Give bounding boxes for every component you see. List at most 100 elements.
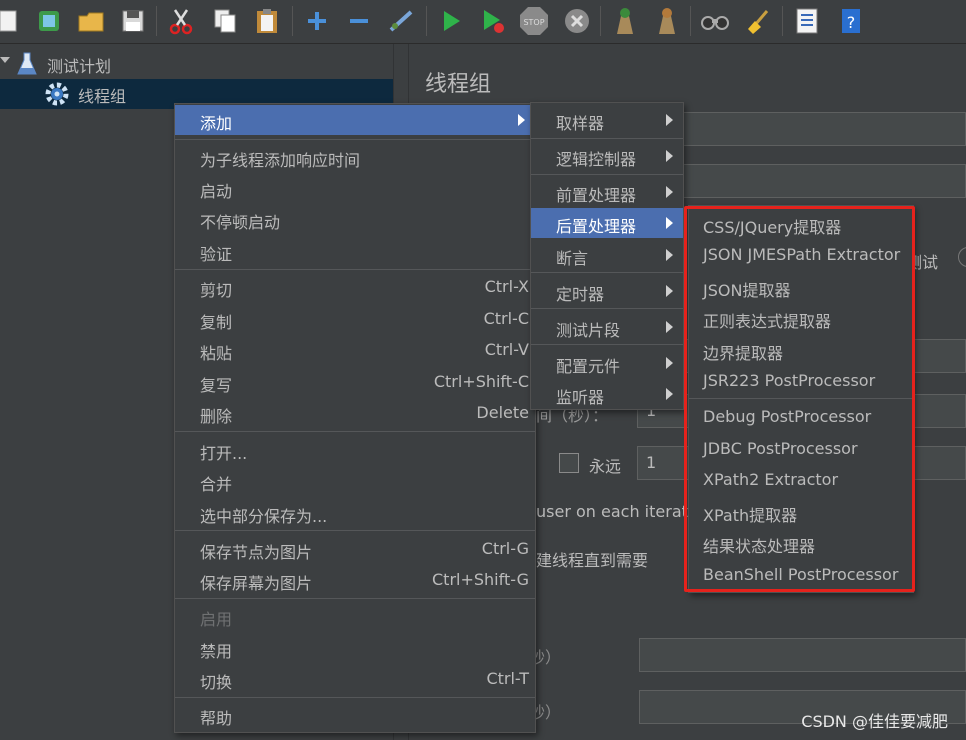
same-user-label: user on each iterati bbox=[536, 502, 693, 521]
menu-item-label: Debug PostProcessor bbox=[703, 407, 872, 426]
help-icon[interactable]: ? bbox=[836, 6, 866, 36]
menu-item-label: 合并 bbox=[200, 475, 233, 494]
name-field[interactable] bbox=[683, 112, 966, 146]
menu-separator bbox=[175, 139, 535, 140]
post-item-regex-extractor[interactable]: 正则表达式提取器 bbox=[689, 303, 913, 333]
tree-item-label: 线程组 bbox=[78, 87, 127, 106]
submenu-item-test-fragment[interactable]: 测试片段 bbox=[531, 312, 683, 342]
submenu-item-sampler[interactable]: 取样器 bbox=[531, 105, 683, 135]
comments-field[interactable] bbox=[683, 164, 966, 198]
menu-separator bbox=[175, 598, 535, 599]
submenu-item-pre-processor[interactable]: 前置处理器 bbox=[531, 177, 683, 207]
toolbar: STOP ? bbox=[0, 0, 966, 44]
templates-icon[interactable] bbox=[34, 6, 64, 36]
svg-text:STOP: STOP bbox=[523, 18, 544, 27]
duration-field[interactable] bbox=[639, 638, 966, 672]
menu-item-toggle[interactable]: 切换 Ctrl-T bbox=[175, 664, 535, 694]
new-icon[interactable] bbox=[0, 6, 24, 36]
chevron-down-icon[interactable] bbox=[0, 57, 10, 63]
post-item-boundary-extractor[interactable]: 边界提取器 bbox=[689, 335, 913, 365]
search-icon[interactable] bbox=[700, 6, 730, 36]
chevron-right-icon bbox=[666, 285, 673, 297]
submenu-item-config-element[interactable]: 配置元件 bbox=[531, 348, 683, 378]
forever-checkbox[interactable] bbox=[559, 453, 579, 473]
menu-item-label: 断言 bbox=[556, 249, 589, 268]
stop-icon[interactable]: STOP bbox=[518, 6, 548, 36]
radio-button[interactable] bbox=[958, 247, 966, 267]
post-item-json-extractor[interactable]: JSON提取器 bbox=[689, 272, 913, 302]
menu-item-save-screen-as-image[interactable]: 保存屏幕为图片 Ctrl+Shift-G bbox=[175, 565, 535, 595]
post-item-jdbc-postprocessor[interactable]: JDBC PostProcessor bbox=[689, 434, 913, 464]
copy-icon[interactable] bbox=[210, 6, 240, 36]
menu-item-label: 切换 bbox=[200, 673, 233, 692]
menu-item-start-no-pause[interactable]: 不停顿启动 bbox=[175, 204, 535, 234]
menu-item-save-selection-as[interactable]: 选中部分保存为... bbox=[175, 498, 535, 528]
panel-title: 线程组 bbox=[425, 72, 492, 97]
post-item-debug-postprocessor[interactable]: Debug PostProcessor bbox=[689, 402, 913, 432]
menu-item-help[interactable]: 帮助 bbox=[175, 700, 535, 730]
menu-item-save-node-as-image[interactable]: 保存节点为图片 Ctrl-G bbox=[175, 534, 535, 564]
start-no-pause-icon[interactable] bbox=[478, 6, 508, 36]
cut-icon[interactable] bbox=[166, 6, 196, 36]
submenu-item-listener[interactable]: 监听器 bbox=[531, 379, 683, 409]
post-item-xpath2-extractor[interactable]: XPath2 Extractor bbox=[689, 465, 913, 495]
open-icon[interactable] bbox=[76, 6, 106, 36]
menu-item-add[interactable]: 添加 bbox=[175, 105, 535, 135]
post-item-beanshell-postprocessor[interactable]: BeanShell PostProcessor bbox=[689, 560, 913, 590]
menu-item-label: JSON JMESPath Extractor bbox=[703, 245, 901, 264]
menu-item-open[interactable]: 打开... bbox=[175, 435, 535, 465]
post-item-css-jquery-extractor[interactable]: CSS/JQuery提取器 bbox=[689, 209, 913, 239]
paste-icon[interactable] bbox=[252, 6, 282, 36]
post-item-jsr223-postprocessor[interactable]: JSR223 PostProcessor bbox=[689, 366, 913, 396]
function-helper-icon[interactable] bbox=[792, 6, 822, 36]
menu-item-label: 剪切 bbox=[200, 281, 233, 300]
submenu-item-post-processor[interactable]: 后置处理器 bbox=[531, 208, 683, 238]
tree-item-test-plan[interactable]: 测试计划 bbox=[0, 49, 393, 79]
menu-item-paste[interactable]: 粘贴 Ctrl-V bbox=[175, 335, 535, 365]
forever-label: 永远 bbox=[589, 457, 622, 476]
menu-item-validate[interactable]: 验证 bbox=[175, 236, 535, 266]
menu-separator bbox=[175, 431, 535, 432]
expand-icon[interactable] bbox=[302, 6, 332, 36]
menu-item-merge[interactable]: 合并 bbox=[175, 466, 535, 496]
menu-item-label: 禁用 bbox=[200, 642, 233, 661]
chevron-right-icon bbox=[666, 150, 673, 162]
chevron-right-icon bbox=[666, 249, 673, 261]
collapse-icon[interactable] bbox=[344, 6, 374, 36]
menu-item-label: 逻辑控制器 bbox=[556, 150, 637, 169]
menu-item-label: 测试片段 bbox=[556, 321, 621, 340]
submenu-item-timer[interactable]: 定时器 bbox=[531, 276, 683, 306]
post-item-json-jmespath-extractor[interactable]: JSON JMESPath Extractor bbox=[689, 240, 913, 270]
menu-item-label: 保存节点为图片 bbox=[200, 543, 313, 562]
clear-icon[interactable] bbox=[610, 6, 640, 36]
submenu-item-assertion[interactable]: 断言 bbox=[531, 240, 683, 270]
post-item-xpath-extractor[interactable]: XPath提取器 bbox=[689, 497, 913, 527]
menu-item-duplicate[interactable]: 复写 Ctrl+Shift-C bbox=[175, 367, 535, 397]
menu-item-cut[interactable]: 剪切 Ctrl-X bbox=[175, 272, 535, 302]
menu-item-label: JDBC PostProcessor bbox=[703, 439, 858, 458]
chevron-right-icon bbox=[666, 186, 673, 198]
menu-item-copy[interactable]: 复制 Ctrl-C bbox=[175, 304, 535, 334]
add-submenu: 取样器 逻辑控制器 前置处理器 后置处理器 断言 定时器 测试片段 配置元件 监… bbox=[530, 102, 684, 410]
reset-search-icon[interactable] bbox=[744, 6, 774, 36]
toggle-icon[interactable] bbox=[386, 6, 416, 36]
menu-separator bbox=[531, 344, 683, 345]
start-icon[interactable] bbox=[436, 6, 466, 36]
shutdown-icon[interactable] bbox=[562, 6, 592, 36]
clear-all-icon[interactable] bbox=[652, 6, 682, 36]
menu-item-start[interactable]: 启动 bbox=[175, 173, 535, 203]
chevron-right-icon bbox=[666, 321, 673, 333]
submenu-item-logic-controller[interactable]: 逻辑控制器 bbox=[531, 141, 683, 171]
post-item-result-status-handler[interactable]: 结果状态处理器 bbox=[689, 528, 913, 558]
menu-item-label: 为子线程添加响应时间 bbox=[200, 151, 361, 170]
watermark: CSDN @佳佳要减肥 bbox=[801, 712, 948, 731]
menu-separator bbox=[175, 697, 535, 698]
save-icon[interactable] bbox=[118, 6, 148, 36]
menu-item-label: 启用 bbox=[200, 610, 233, 629]
tree-item-label: 测试计划 bbox=[47, 57, 112, 76]
menu-item-disable[interactable]: 禁用 bbox=[175, 633, 535, 663]
menu-item-label: 选中部分保存为... bbox=[200, 507, 328, 526]
menu-item-add-response-time[interactable]: 为子线程添加响应时间 bbox=[175, 142, 535, 172]
menu-item-delete[interactable]: 删除 Delete bbox=[175, 398, 535, 428]
menu-item-label: 前置处理器 bbox=[556, 186, 637, 205]
